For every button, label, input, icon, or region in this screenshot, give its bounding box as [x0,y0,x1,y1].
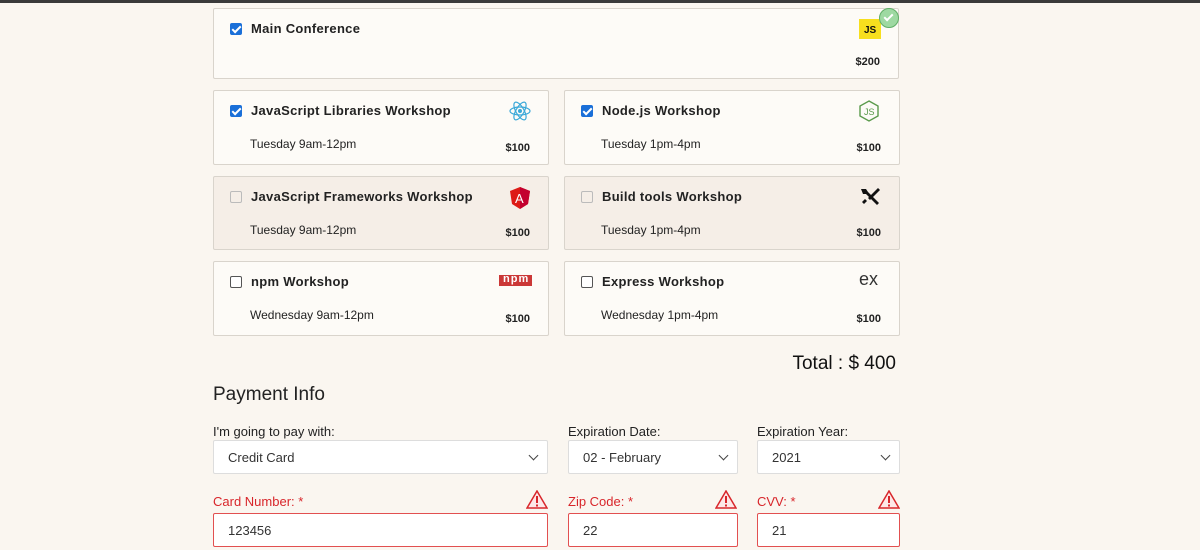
zip-code-input[interactable]: 22 [568,513,738,547]
total-price: Total : $ 400 [792,353,896,374]
cvv-label: CVV: * [757,494,796,509]
warning-icon [525,489,549,509]
workshop-time: Tuesday 1pm-4pm [601,223,701,237]
workshop-price: $100 [505,142,530,154]
nodejs-logo-icon: JS [857,99,881,128]
workshop-title: JavaScript Frameworks Workshop [251,189,473,204]
workshop-price: $100 [856,227,881,239]
tools-icon [858,186,882,211]
npm-logo-icon: npm [499,273,532,286]
workshop-time: Tuesday 9am-12pm [250,137,357,151]
cvv-value: 21 [772,523,787,538]
card-number-label: Card Number: * [213,494,304,509]
workshop-title: Build tools Workshop [602,189,743,204]
js-frameworks-checkbox [230,191,242,203]
workshop-price: $100 [505,227,530,239]
workshop-card-nodejs[interactable]: Node.js Workshop JS Tuesday 1pm-4pm $100 [564,90,900,165]
exp-date-label: Expiration Date: [568,424,661,439]
workshop-price: $100 [856,142,881,154]
js-logo-icon: JS [859,19,881,39]
npm-checkbox[interactable] [230,276,242,288]
workshop-card-express[interactable]: Express Workshop ex Wednesday 1pm-4pm $1… [564,261,900,336]
angular-logo-icon: A [508,186,532,215]
chevron-down-icon [718,450,729,461]
workshop-title: JavaScript Libraries Workshop [251,103,451,118]
chevron-down-icon [528,450,539,461]
js-logo-text: JS [864,25,877,36]
cvv-input[interactable]: 21 [757,513,900,547]
workshop-time: Tuesday 1pm-4pm [601,137,701,151]
card-number-input[interactable]: 123456 [213,513,548,547]
zip-code-value: 22 [583,523,598,538]
workshop-card-js-libraries[interactable]: JavaScript Libraries Workshop Tuesday 9a… [213,90,549,165]
workshop-price: $200 [855,56,880,68]
svg-text:JS: JS [864,107,875,117]
payment-info-heading: Payment Info [213,384,325,405]
npm-logo-text: npm [503,273,530,285]
exp-year-select[interactable]: 2021 [757,440,900,474]
nodejs-checkbox[interactable] [581,105,593,117]
chevron-down-icon [880,450,891,461]
workshop-card-build-tools: Build tools Workshop Tuesday 1pm-4pm $10… [564,176,900,250]
react-logo-icon [508,101,532,126]
payment-method-label: I'm going to pay with: [213,424,335,439]
warning-icon [714,489,738,509]
workshop-title: Node.js Workshop [602,103,721,118]
exp-date-value: 02 - February [583,450,662,465]
workshop-title: Express Workshop [602,274,725,289]
main-conference-checkbox[interactable] [230,23,242,35]
workshop-price: $100 [505,313,530,325]
workshop-price: $100 [856,313,881,325]
workshop-card-main-conference[interactable]: Main Conference JS $200 [213,8,899,79]
payment-method-value: Credit Card [228,450,295,465]
exp-year-label: Expiration Year: [757,424,849,439]
exp-year-value: 2021 [772,450,801,465]
workshop-time: Wednesday 1pm-4pm [601,308,719,322]
payment-method-select[interactable]: Credit Card [213,440,548,474]
card-number-value: 123456 [228,523,272,538]
js-libraries-checkbox[interactable] [230,105,242,117]
workshop-time: Wednesday 9am-12pm [250,308,374,322]
workshop-title: npm Workshop [251,274,349,289]
check-circle-icon [879,8,899,28]
workshop-card-npm[interactable]: npm Workshop npm Wednesday 9am-12pm $100 [213,261,549,336]
zip-code-label: Zip Code: * [568,494,634,509]
svg-text:A: A [515,191,524,206]
workshop-time: Tuesday 9am-12pm [250,223,357,237]
warning-icon [877,489,901,509]
express-logo-icon: ex [859,269,879,289]
exp-date-select[interactable]: 02 - February [568,440,738,474]
workshop-card-js-frameworks: JavaScript Frameworks Workshop A Tuesday… [213,176,549,250]
workshop-title: Main Conference [251,21,361,36]
express-checkbox[interactable] [581,276,593,288]
build-tools-checkbox [581,191,593,203]
